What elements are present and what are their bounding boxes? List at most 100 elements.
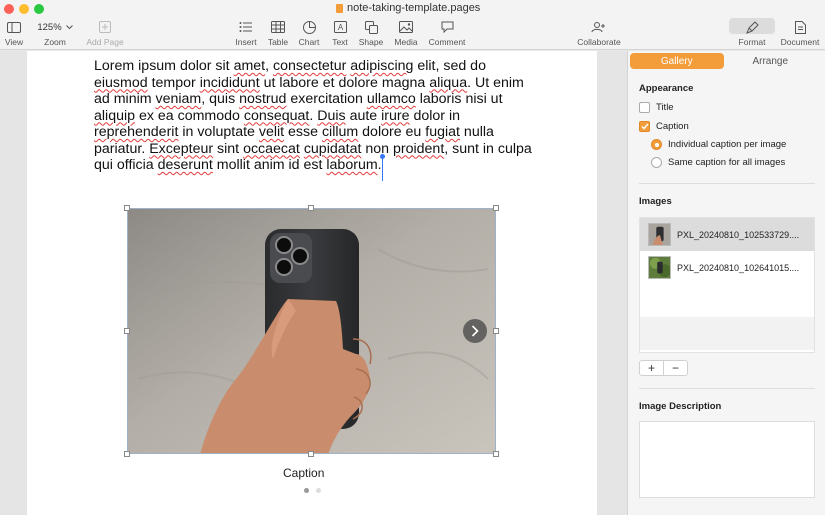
misspelled-word: Excepteur	[149, 140, 214, 157]
misspelled-word: cupidatat	[303, 140, 362, 157]
text-button[interactable]: A Text	[329, 18, 351, 47]
add-page-button[interactable]: Add Page	[85, 18, 125, 47]
gallery-caption[interactable]: Caption	[283, 466, 324, 480]
resize-handle-top-left[interactable]	[124, 205, 130, 211]
document-page-icon	[794, 18, 806, 36]
text-cursor	[379, 154, 385, 181]
images-list[interactable]: PXL_20240810_102533729.... PXL_20240810_…	[639, 217, 815, 353]
gallery-next-button[interactable]	[463, 319, 487, 343]
close-window-button[interactable]	[4, 4, 14, 14]
resize-handle-left[interactable]	[124, 328, 130, 334]
comment-icon	[441, 18, 454, 36]
media-button[interactable]: Media	[392, 18, 420, 47]
misspelled-word: reprehenderit	[94, 124, 179, 140]
table-icon	[271, 18, 285, 36]
misspelled-word: consectetur	[273, 58, 347, 74]
table-button[interactable]: Table	[266, 18, 290, 47]
misspelled-word: veniam	[155, 91, 202, 107]
insert-button[interactable]: Insert	[233, 18, 259, 47]
misspelled-word: deserunt	[157, 157, 213, 173]
toolbar: note-taking-template.pages View 125% Zoo…	[0, 0, 825, 50]
page-dot[interactable]	[316, 488, 321, 493]
svg-text:A: A	[337, 23, 343, 32]
text-run: dolor in	[409, 107, 460, 124]
misspelled-word: proident	[392, 140, 445, 157]
image-list-empty-row	[640, 284, 814, 317]
misspelled-word: amet	[233, 58, 266, 74]
resize-handle-bottom-left[interactable]	[124, 451, 130, 457]
image-description-field[interactable]	[639, 421, 815, 498]
sidebar-icon	[7, 18, 21, 36]
image-gallery[interactable]	[127, 208, 496, 454]
caption-checkbox[interactable]	[639, 121, 650, 132]
title-option[interactable]: Title	[639, 102, 674, 113]
checkmark-icon	[640, 123, 649, 130]
image-list-item[interactable]: PXL_20240810_102641015....	[640, 251, 814, 284]
zoom-window-button[interactable]	[34, 4, 44, 14]
resize-handle-top-right[interactable]	[493, 205, 499, 211]
chevron-right-icon	[471, 325, 479, 337]
resize-handle-right[interactable]	[493, 328, 499, 334]
collaborate-button[interactable]: Collaborate	[576, 18, 622, 47]
resize-handle-bottom-right[interactable]	[493, 451, 499, 457]
zoom-select[interactable]: 125%	[33, 19, 77, 35]
page-dot-active[interactable]	[304, 488, 309, 493]
view-button[interactable]: View	[4, 18, 24, 47]
image-list-item[interactable]: PXL_20240810_102533729....	[640, 218, 814, 251]
individual-caption-radio[interactable]	[651, 139, 662, 150]
section-divider	[639, 183, 815, 184]
individual-caption-option[interactable]: Individual caption per image	[651, 139, 786, 150]
document-button[interactable]: Document	[778, 18, 822, 47]
text-run: elit, sed do	[413, 58, 486, 74]
collaborate-icon	[591, 18, 607, 36]
misspelled-word: incididunt	[199, 74, 260, 91]
misspelled-word: aliqua	[429, 74, 468, 91]
same-caption-option[interactable]: Same caption for all images	[651, 157, 785, 168]
misspelled-word: laborum	[326, 157, 378, 173]
misspelled-word: occaecat	[243, 140, 300, 157]
minimize-window-button[interactable]	[19, 4, 29, 14]
add-image-button[interactable]: +	[640, 361, 664, 375]
chart-icon	[302, 18, 316, 36]
photo-icon	[399, 18, 413, 36]
misspelled-word: eiusmod	[94, 74, 148, 91]
text-run: exercitation	[286, 91, 367, 107]
appearance-heading: Appearance	[639, 83, 694, 94]
misspelled-word: fugiat	[425, 124, 460, 140]
resize-handle-top[interactable]	[308, 205, 314, 211]
document-page[interactable]: Lorem ipsum dolor sit amet, consectetur …	[27, 51, 597, 515]
comment-button[interactable]: Comment	[427, 18, 467, 47]
misspelled-word: Duis	[317, 107, 346, 124]
same-caption-radio[interactable]	[651, 157, 662, 168]
images-heading: Images	[639, 196, 672, 207]
remove-image-button[interactable]: −	[664, 361, 687, 375]
tab-gallery[interactable]: Gallery	[630, 53, 724, 69]
misspelled-word: nostrud	[239, 91, 287, 107]
tab-arrange[interactable]: Arrange	[724, 53, 818, 69]
text-run: Lorem ipsum dolor sit	[94, 58, 234, 74]
misspelled-word: irure	[381, 107, 410, 124]
text-run: , quis	[201, 91, 240, 107]
zoom-control[interactable]: 125% Zoom	[32, 18, 78, 47]
shape-button[interactable]: Shape	[357, 18, 385, 47]
shape-icon	[364, 18, 378, 36]
text-run: tempor	[147, 74, 200, 91]
image-thumbnail	[648, 256, 671, 279]
text-run: ut labore et dolore magna	[259, 74, 430, 91]
body-paragraph[interactable]: Lorem ipsum dolor sit amet, consectetur …	[94, 58, 534, 181]
text-run: laboris nisi ut	[415, 91, 503, 107]
title-checkbox[interactable]	[639, 102, 650, 113]
text-run: non	[361, 140, 393, 157]
document-canvas[interactable]: Lorem ipsum dolor sit amet, consectetur …	[0, 51, 627, 515]
gallery-photo	[128, 209, 495, 453]
text-run: in voluptate	[178, 124, 259, 140]
resize-handle-bottom[interactable]	[308, 451, 314, 457]
image-description-heading: Image Description	[639, 401, 722, 412]
text-run: esse	[284, 124, 322, 140]
caption-option[interactable]: Caption	[639, 121, 689, 132]
image-thumbnail	[648, 223, 671, 246]
text-run: mollit anim id est	[212, 157, 327, 173]
chart-button[interactable]: Chart	[297, 18, 321, 47]
document-icon	[336, 3, 343, 13]
format-button[interactable]: Format	[735, 18, 769, 47]
